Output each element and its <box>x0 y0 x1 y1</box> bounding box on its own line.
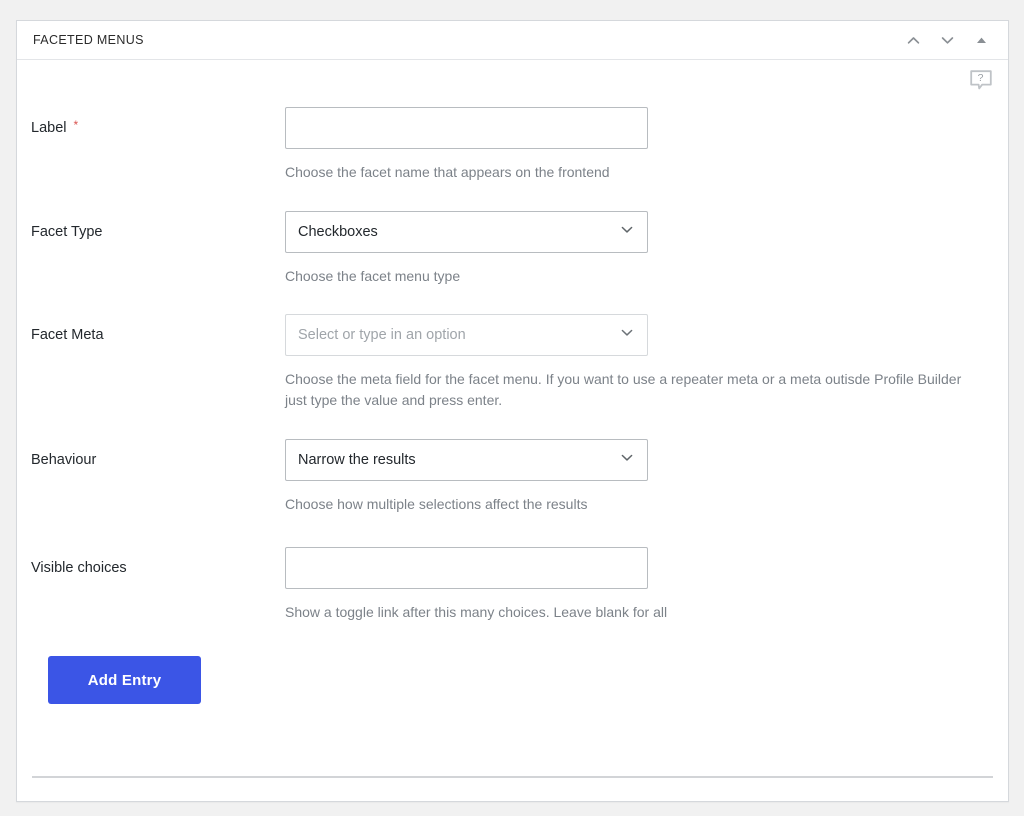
facet-meta-select[interactable]: Select or type in an option <box>285 314 648 356</box>
behaviour-selected-value: Narrow the results <box>298 452 416 468</box>
behaviour-select[interactable]: Narrow the results <box>285 439 648 481</box>
row-spacer <box>17 286 1008 314</box>
triangle-up-icon <box>975 34 988 47</box>
bottom-divider <box>32 776 993 778</box>
faceted-menus-panel: FACETED MENUS <box>16 20 1009 802</box>
field-label-text: Facet Type <box>31 224 102 240</box>
panel-body: ? Label * Choose the facet name that appe… <box>17 60 1008 800</box>
faceted-menu-form: Label * Choose the facet name that appear… <box>17 60 1008 704</box>
helper-text-facet-meta: Choose the meta field for the facet menu… <box>285 369 985 410</box>
add-entry-button[interactable]: Add Entry <box>48 656 201 704</box>
page-title: FACETED MENUS <box>17 33 144 47</box>
toggle-panel-button[interactable] <box>967 26 995 54</box>
field-label-text: Label <box>31 120 66 136</box>
field-label-text: Visible choices <box>31 560 127 576</box>
form-actions: Add Entry <box>17 656 1008 704</box>
field-label-text: Facet Meta <box>31 327 104 343</box>
field-control-behaviour: Narrow the results Choose how multiple s… <box>285 439 1008 515</box>
helper-text-facet-type: Choose the facet menu type <box>285 266 985 287</box>
field-control-visible-choices: Show a toggle link after this many choic… <box>285 547 1008 623</box>
move-down-button[interactable] <box>933 26 961 54</box>
field-control-label: Choose the facet name that appears on th… <box>285 107 1008 183</box>
row-spacer <box>17 515 1008 547</box>
row-spacer <box>17 183 1008 211</box>
helper-text-label: Choose the facet name that appears on th… <box>285 162 985 183</box>
field-control-facet-meta: Select or type in an option Choose the m… <box>285 314 1008 410</box>
field-label-behaviour: Behaviour <box>31 439 285 470</box>
chevron-down-icon <box>939 32 956 49</box>
form-row-behaviour: Behaviour Narrow the results Choose h <box>17 439 1008 515</box>
svg-text:?: ? <box>978 71 984 83</box>
field-label-text: Behaviour <box>31 452 96 468</box>
facet-meta-placeholder: Select or type in an option <box>298 327 466 343</box>
visible-choices-input[interactable] <box>285 547 648 589</box>
form-row-visible-choices: Visible choices Show a toggle link after… <box>17 547 1008 623</box>
label-input[interactable] <box>285 107 648 149</box>
chevron-up-icon <box>905 32 922 49</box>
facet-meta-select-wrap: Select or type in an option <box>285 314 648 356</box>
field-label-label: Label * <box>31 107 285 138</box>
panel-header: FACETED MENUS <box>17 21 1008 60</box>
required-marker: * <box>73 118 78 132</box>
field-label-facet-meta: Facet Meta <box>31 314 285 345</box>
helper-text-visible-choices: Show a toggle link after this many choic… <box>285 602 985 623</box>
behaviour-select-wrap: Narrow the results <box>285 439 648 481</box>
facet-type-selected-value: Checkboxes <box>298 224 378 240</box>
form-row-facet-type: Facet Type Checkboxes Choose the face <box>17 211 1008 287</box>
row-spacer <box>17 411 1008 439</box>
field-control-facet-type: Checkboxes Choose the facet menu type <box>285 211 1008 287</box>
form-row-facet-meta: Facet Meta Select or type in an option <box>17 314 1008 410</box>
facet-type-select[interactable]: Checkboxes <box>285 211 648 253</box>
help-button[interactable]: ? <box>968 70 994 96</box>
facet-type-select-wrap: Checkboxes <box>285 211 648 253</box>
field-label-facet-type: Facet Type <box>31 211 285 242</box>
help-balloon-icon: ? <box>969 69 993 98</box>
helper-text-behaviour: Choose how multiple selections affect th… <box>285 494 985 515</box>
panel-header-actions <box>899 26 1008 54</box>
field-label-visible-choices: Visible choices <box>31 547 285 578</box>
move-up-button[interactable] <box>899 26 927 54</box>
form-row-label: Label * Choose the facet name that appear… <box>17 107 1008 183</box>
